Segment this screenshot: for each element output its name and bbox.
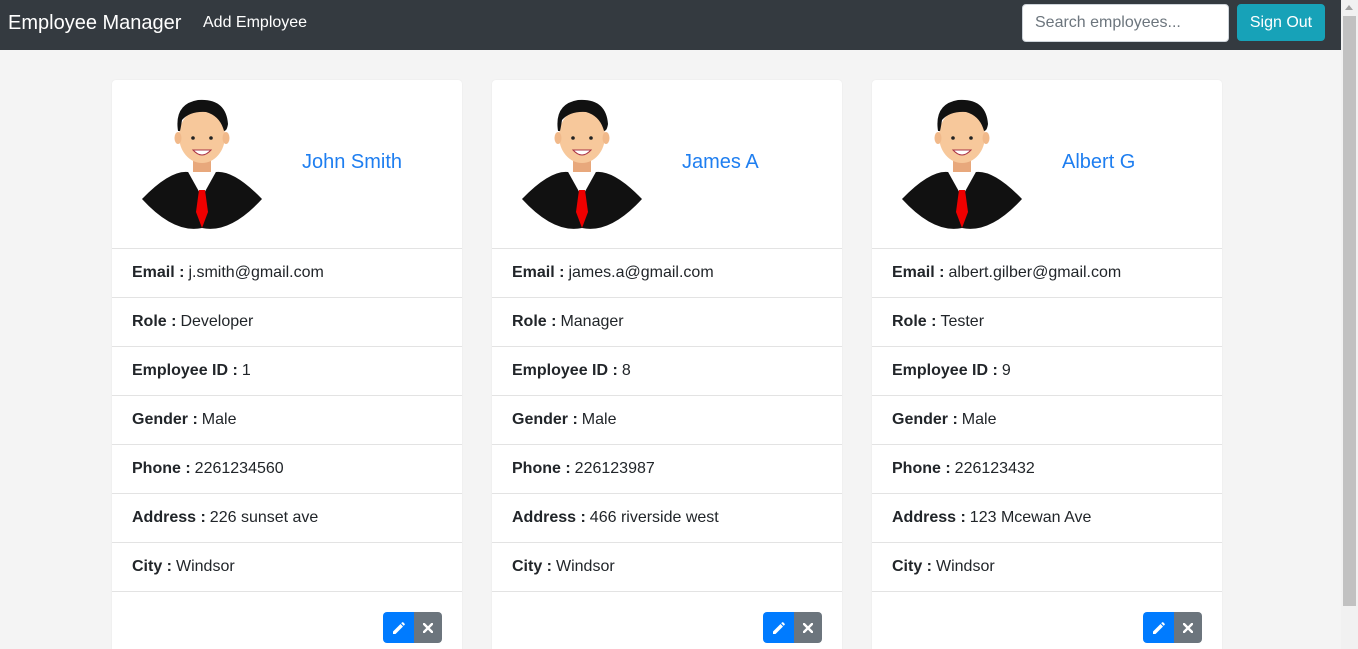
role-row: Role : Tester	[872, 298, 1222, 347]
gender-row: Gender : Male	[872, 396, 1222, 445]
navbar: Employee Manager Add Employee Sign Out	[0, 0, 1341, 50]
scrollbar[interactable]	[1341, 0, 1358, 649]
employee-id-label: Employee ID :	[132, 362, 238, 379]
gender-row: Gender : Male	[492, 396, 842, 445]
pencil-icon	[392, 621, 405, 634]
employee-id-row: Employee ID :9	[872, 347, 1222, 396]
gender-value: Male	[201, 411, 237, 428]
phone-value: 226123987	[574, 460, 655, 477]
email-label: Email :	[892, 264, 945, 281]
employee-avatar-icon	[142, 99, 262, 229]
edit-button[interactable]	[763, 612, 794, 643]
phone-row: Phone :226123432	[872, 445, 1222, 494]
brand-link[interactable]: Employee Manager	[8, 11, 181, 35]
card-actions	[492, 592, 842, 649]
address-label: Address :	[132, 509, 206, 526]
gender-value: Male	[581, 411, 617, 428]
phone-row: Phone :226123987	[492, 445, 842, 494]
phone-value: 226123432	[954, 460, 1035, 477]
card-actions	[112, 592, 462, 649]
email-row: Email : james.a@gmail.com	[492, 249, 842, 298]
city-label: City :	[512, 558, 552, 575]
role-row: Role : Manager	[492, 298, 842, 347]
employee-id-value: 1	[241, 362, 251, 379]
city-value: Windsor	[936, 558, 995, 575]
delete-button[interactable]	[1174, 612, 1202, 643]
gender-row: Gender : Male	[112, 396, 462, 445]
employee-name: James A	[682, 151, 759, 173]
card-header: James A	[492, 80, 842, 249]
address-row: Address :466 riverside west	[492, 494, 842, 543]
email-value: j.smith@gmail.com	[188, 264, 324, 281]
employee-card: James A Email : james.a@gmail.com Role :M…	[492, 80, 842, 649]
delete-button[interactable]	[414, 612, 442, 643]
address-row: Address :226 sunset ave	[112, 494, 462, 543]
phone-label: Phone :	[892, 460, 951, 477]
email-row: Email : albert.gilber@gmail.com	[872, 249, 1222, 298]
employee-id-label: Employee ID :	[892, 362, 998, 379]
gender-label: Gender :	[892, 411, 958, 428]
gender-value: Male	[961, 411, 997, 428]
edit-button[interactable]	[1143, 612, 1174, 643]
sign-out-button[interactable]: Sign Out	[1237, 4, 1325, 41]
phone-label: Phone :	[512, 460, 571, 477]
role-value: Developer	[180, 313, 254, 330]
employee-id-row: Employee ID :1	[112, 347, 462, 396]
city-value: Windsor	[556, 558, 615, 575]
scrollbar-thumb[interactable]	[1343, 16, 1356, 606]
employee-id-value: 8	[621, 362, 631, 379]
employee-avatar-icon	[522, 99, 642, 229]
phone-value: 2261234560	[194, 460, 284, 477]
address-value: 226 sunset ave	[209, 509, 319, 526]
email-value: james.a@gmail.com	[568, 264, 714, 281]
role-row: Role : Developer	[112, 298, 462, 347]
card-header: Albert G	[872, 80, 1222, 249]
edit-button[interactable]	[383, 612, 414, 643]
address-row: Address :123 Mcewan Ave	[872, 494, 1222, 543]
pencil-icon	[1152, 621, 1165, 634]
role-label: Role :	[512, 313, 557, 330]
city-label: City :	[892, 558, 932, 575]
add-employee-link[interactable]: Add Employee	[203, 13, 307, 33]
address-label: Address :	[512, 509, 586, 526]
role-value: Tester	[940, 313, 985, 330]
close-icon	[1183, 622, 1193, 633]
employee-name: John Smith	[302, 151, 403, 173]
phone-label: Phone :	[132, 460, 191, 477]
employee-card: Albert G Email : albert.gilber@gmail.com …	[872, 80, 1222, 649]
search-input[interactable]	[1022, 4, 1229, 42]
address-label: Address :	[892, 509, 966, 526]
employee-id-value: 9	[1001, 362, 1011, 379]
employee-id-row: Employee ID :8	[492, 347, 842, 396]
email-label: Email :	[132, 264, 185, 281]
gender-label: Gender :	[132, 411, 198, 428]
city-row: City : Windsor	[492, 543, 842, 592]
employee-card: John Smith Email : j.smith@gmail.com Role…	[112, 80, 462, 649]
address-value: 466 riverside west	[589, 509, 719, 526]
card-actions	[872, 592, 1222, 649]
pencil-icon	[772, 621, 785, 634]
scroll-up-arrow-icon[interactable]	[1345, 5, 1353, 10]
phone-row: Phone :2261234560	[112, 445, 462, 494]
address-value: 123 Mcewan Ave	[969, 509, 1092, 526]
employee-name: Albert G	[1062, 151, 1136, 173]
close-icon	[423, 622, 433, 633]
employee-id-label: Employee ID :	[512, 362, 618, 379]
delete-button[interactable]	[794, 612, 822, 643]
card-header: John Smith	[112, 80, 462, 249]
city-label: City :	[132, 558, 172, 575]
close-icon	[803, 622, 813, 633]
role-label: Role :	[892, 313, 937, 330]
email-value: albert.gilber@gmail.com	[948, 264, 1122, 281]
email-row: Email : j.smith@gmail.com	[112, 249, 462, 298]
city-row: City : Windsor	[872, 543, 1222, 592]
employee-avatar-icon	[902, 99, 1022, 229]
role-label: Role :	[132, 313, 177, 330]
gender-label: Gender :	[512, 411, 578, 428]
city-value: Windsor	[176, 558, 235, 575]
role-value: Manager	[560, 313, 624, 330]
city-row: City : Windsor	[112, 543, 462, 592]
email-label: Email :	[512, 264, 565, 281]
